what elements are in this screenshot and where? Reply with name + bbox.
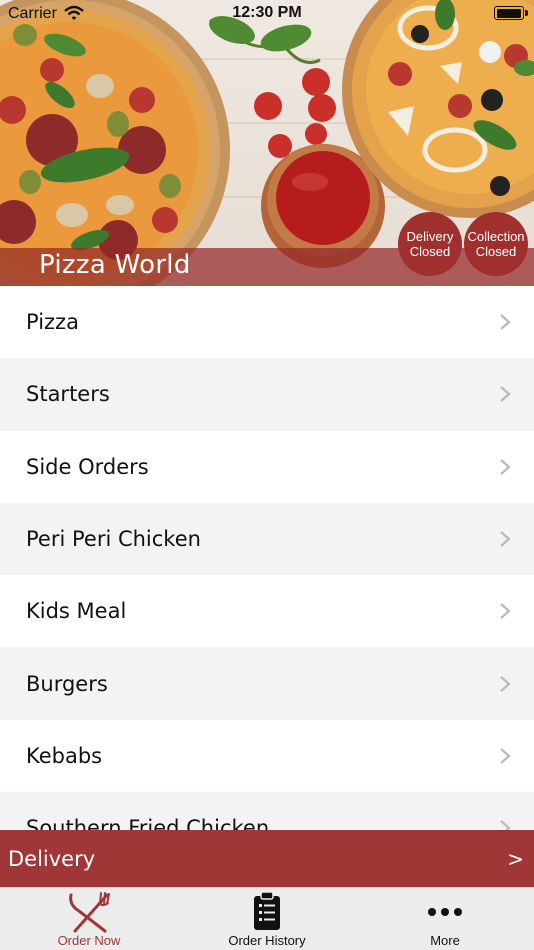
menu-item-label: Kids Meal xyxy=(26,599,127,624)
delivery-mode-bar[interactable]: Delivery > xyxy=(0,830,534,887)
delivery-badge-line2: Closed xyxy=(409,244,451,259)
menu-item-burgers[interactable]: Burgers xyxy=(0,647,534,720)
delivery-arrow-icon: > xyxy=(507,846,524,871)
chevron-right-icon xyxy=(500,314,511,330)
menu-item-kebabs[interactable]: Kebabs xyxy=(0,719,534,793)
hero-banner: Carrier 12:30 PM Pizza World Delivery Cl… xyxy=(0,0,534,286)
tab-bar: Order Now Order History More xyxy=(0,887,534,950)
menu-item-starters[interactable]: Starters xyxy=(0,358,534,431)
tab-more[interactable]: More xyxy=(356,888,534,950)
menu-item-label: Southern Fried Chicken xyxy=(26,816,270,830)
chevron-right-icon xyxy=(500,603,511,620)
collection-badge-line2: Closed xyxy=(475,244,517,259)
menu-item-label: Side Orders xyxy=(26,454,149,479)
chevron-right-icon xyxy=(500,675,511,692)
fork-knife-icon xyxy=(67,891,111,938)
tab-order-now[interactable]: Order Now xyxy=(0,888,178,950)
more-dots-icon xyxy=(427,904,463,922)
chevron-right-icon xyxy=(500,748,511,764)
collection-badge-line1: Collection xyxy=(467,229,525,244)
menu-item-pizza[interactable]: Pizza xyxy=(0,286,534,359)
tab-label: Order History xyxy=(228,933,306,948)
menu-category-list: Pizza Starters Side Orders Peri Peri Chi… xyxy=(0,286,534,830)
status-time: 12:30 PM xyxy=(232,4,302,21)
menu-item-label: Starters xyxy=(26,382,110,407)
menu-item-label: Pizza xyxy=(26,310,79,335)
menu-item-peri-peri-chicken[interactable]: Peri Peri Chicken xyxy=(0,502,534,576)
chevron-right-icon xyxy=(500,820,511,830)
menu-item-label: Peri Peri Chicken xyxy=(26,527,201,552)
tab-label: Order Now xyxy=(57,933,121,948)
menu-item-southern-fried-chicken[interactable]: Southern Fried Chicken xyxy=(0,792,534,830)
menu-item-label: Kebabs xyxy=(26,743,103,768)
battery-icon xyxy=(494,6,528,20)
menu-item-kids-meal[interactable]: Kids Meal xyxy=(0,575,534,648)
chevron-right-icon xyxy=(500,531,511,547)
delivery-badge-line1: Delivery xyxy=(406,229,454,244)
status-bar: Carrier 12:30 PM xyxy=(0,0,534,28)
tab-order-history[interactable]: Order History xyxy=(178,888,356,950)
menu-item-label: Burgers xyxy=(26,671,108,696)
restaurant-name: Pizza World xyxy=(39,250,191,280)
chevron-right-icon xyxy=(500,458,511,475)
clipboard-list-icon xyxy=(252,891,282,936)
tab-label: More xyxy=(430,933,460,948)
collection-status-badge: Collection Closed xyxy=(464,212,528,276)
delivery-mode-label: Delivery xyxy=(8,846,96,871)
chevron-right-icon xyxy=(500,386,511,403)
delivery-status-badge: Delivery Closed xyxy=(398,212,462,276)
menu-item-side-orders[interactable]: Side Orders xyxy=(0,430,534,503)
